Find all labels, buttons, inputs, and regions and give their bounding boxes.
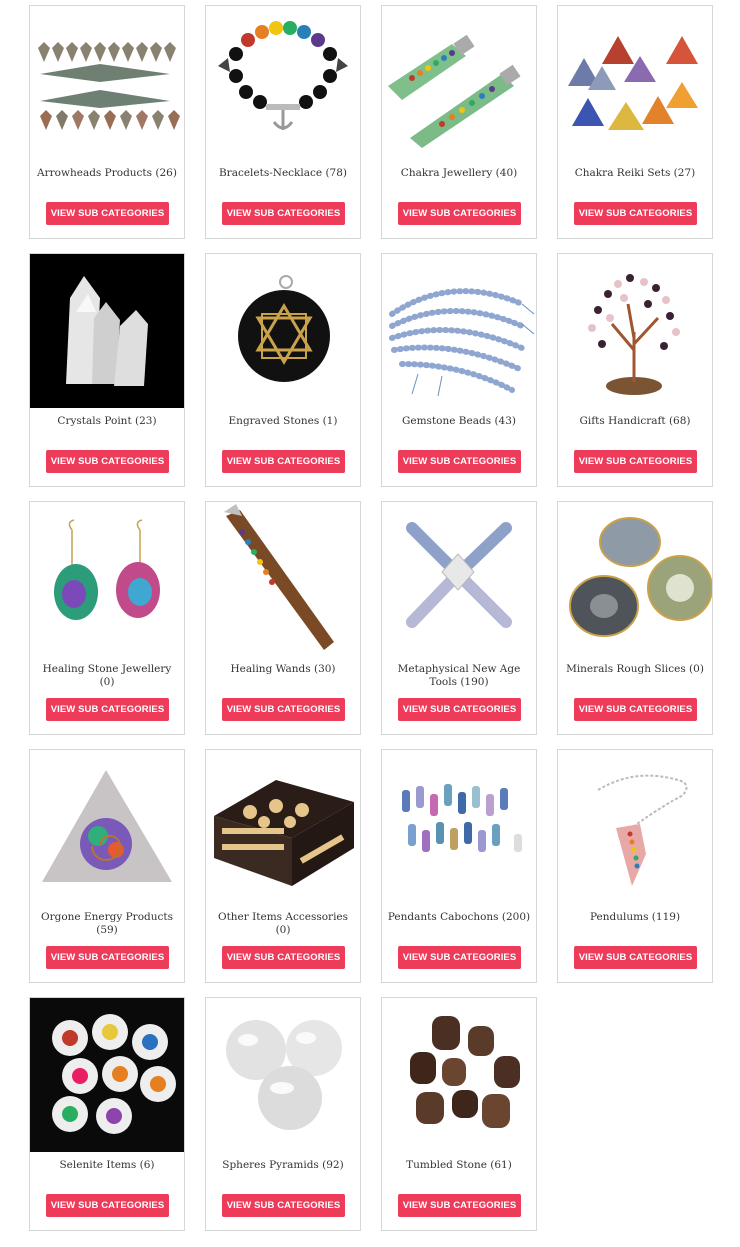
category-card[interactable]: Metaphysical New Age Tools (190) VIEW SU…	[381, 501, 537, 735]
category-card[interactable]: Chakra Jewellery (40) VIEW SUB CATEGORIE…	[381, 5, 537, 239]
category-card[interactable]: Gifts Handicraft (68) VIEW SUB CATEGORIE…	[557, 253, 713, 487]
view-sub-categories-button[interactable]: VIEW SUB CATEGORIES	[574, 450, 697, 473]
orgone-pyramid-image[interactable]	[30, 750, 184, 904]
engraved-pendant-image[interactable]	[206, 254, 360, 408]
category-title[interactable]: Gifts Handicraft (68)	[562, 415, 708, 428]
category-card[interactable]: Tumbled Stone (61) VIEW SUB CATEGORIES	[381, 997, 537, 1231]
spheres-image[interactable]	[206, 998, 360, 1152]
view-sub-categories-button[interactable]: VIEW SUB CATEGORIES	[398, 1194, 521, 1217]
view-sub-categories-button[interactable]: VIEW SUB CATEGORIES	[46, 698, 169, 721]
category-title[interactable]: Arrowheads Products (26)	[34, 167, 180, 180]
view-sub-categories-button[interactable]: VIEW SUB CATEGORIES	[222, 202, 345, 225]
category-card[interactable]: Other Items Accessories (0) VIEW SUB CAT…	[205, 749, 361, 983]
chakra-pendant-image[interactable]	[382, 6, 536, 160]
reiki-pyramids-image[interactable]	[558, 6, 712, 160]
category-title[interactable]: Selenite Items (6)	[34, 1159, 180, 1172]
category-title[interactable]: Bracelets-Necklace (78)	[210, 167, 356, 180]
selenite-plates-image[interactable]	[30, 998, 184, 1152]
category-card[interactable]: Crystals Point (23) VIEW SUB CATEGORIES	[29, 253, 185, 487]
pendulum-image[interactable]	[558, 750, 712, 904]
bracelet-image[interactable]	[206, 6, 360, 160]
category-title[interactable]: Healing Wands (30)	[210, 663, 356, 676]
crystal-points-image[interactable]	[30, 254, 184, 408]
category-card[interactable]: Spheres Pyramids (92) VIEW SUB CATEGORIE…	[205, 997, 361, 1231]
view-sub-categories-button[interactable]: VIEW SUB CATEGORIES	[574, 946, 697, 969]
category-title[interactable]: Minerals Rough Slices (0)	[562, 663, 708, 676]
category-card[interactable]: Selenite Items (6) VIEW SUB CATEGORIES	[29, 997, 185, 1231]
view-sub-categories-button[interactable]: VIEW SUB CATEGORIES	[222, 946, 345, 969]
tumbled-stones-image[interactable]	[382, 998, 536, 1152]
category-card[interactable]: Healing Stone Jewellery (0) VIEW SUB CAT…	[29, 501, 185, 735]
view-sub-categories-button[interactable]: VIEW SUB CATEGORIES	[398, 450, 521, 473]
agate-slices-image[interactable]	[558, 502, 712, 656]
category-card[interactable]: Chakra Reiki Sets (27) VIEW SUB CATEGORI…	[557, 5, 713, 239]
category-title[interactable]: Chakra Jewellery (40)	[386, 167, 532, 180]
category-card[interactable]: Healing Wands (30) VIEW SUB CATEGORIES	[205, 501, 361, 735]
view-sub-categories-button[interactable]: VIEW SUB CATEGORIES	[398, 202, 521, 225]
category-card[interactable]: Gemstone Beads (43) VIEW SUB CATEGORIES	[381, 253, 537, 487]
category-card[interactable]: Bracelets-Necklace (78) VIEW SUB CATEGOR…	[205, 5, 361, 239]
category-title[interactable]: Metaphysical New Age Tools (190)	[386, 663, 532, 689]
view-sub-categories-button[interactable]: VIEW SUB CATEGORIES	[222, 698, 345, 721]
category-title[interactable]: Tumbled Stone (61)	[386, 1159, 532, 1172]
category-card[interactable]: Minerals Rough Slices (0) VIEW SUB CATEG…	[557, 501, 713, 735]
category-title[interactable]: Pendulums (119)	[562, 911, 708, 924]
wooden-box-image[interactable]	[206, 750, 360, 904]
view-sub-categories-button[interactable]: VIEW SUB CATEGORIES	[222, 450, 345, 473]
arrowheads-image[interactable]	[30, 6, 184, 160]
category-card[interactable]: Pendulums (119) VIEW SUB CATEGORIES	[557, 749, 713, 983]
category-title[interactable]: Orgone Energy Products (59)	[34, 911, 180, 937]
view-sub-categories-button[interactable]: VIEW SUB CATEGORIES	[46, 202, 169, 225]
category-title[interactable]: Other Items Accessories (0)	[210, 911, 356, 937]
view-sub-categories-button[interactable]: VIEW SUB CATEGORIES	[222, 1194, 345, 1217]
category-title[interactable]: Crystals Point (23)	[34, 415, 180, 428]
view-sub-categories-button[interactable]: VIEW SUB CATEGORIES	[574, 202, 697, 225]
view-sub-categories-button[interactable]: VIEW SUB CATEGORIES	[46, 1194, 169, 1217]
healing-wand-image[interactable]	[206, 502, 360, 656]
category-title[interactable]: Engraved Stones (1)	[210, 415, 356, 428]
category-card[interactable]: Engraved Stones (1) VIEW SUB CATEGORIES	[205, 253, 361, 487]
view-sub-categories-button[interactable]: VIEW SUB CATEGORIES	[46, 946, 169, 969]
energy-tool-image[interactable]	[382, 502, 536, 656]
category-title[interactable]: Healing Stone Jewellery (0)	[34, 663, 180, 689]
view-sub-categories-button[interactable]: VIEW SUB CATEGORIES	[46, 450, 169, 473]
bead-strands-image[interactable]	[382, 254, 536, 408]
category-title[interactable]: Spheres Pyramids (92)	[210, 1159, 356, 1172]
category-card[interactable]: Orgone Energy Products (59) VIEW SUB CAT…	[29, 749, 185, 983]
category-title[interactable]: Chakra Reiki Sets (27)	[562, 167, 708, 180]
view-sub-categories-button[interactable]: VIEW SUB CATEGORIES	[574, 698, 697, 721]
view-sub-categories-button[interactable]: VIEW SUB CATEGORIES	[398, 698, 521, 721]
gem-tree-image[interactable]	[558, 254, 712, 408]
category-card[interactable]: Arrowheads Products (26) VIEW SUB CATEGO…	[29, 5, 185, 239]
pendants-image[interactable]	[382, 750, 536, 904]
druzy-earrings-image[interactable]	[30, 502, 184, 656]
category-card[interactable]: Pendants Cabochons (200) VIEW SUB CATEGO…	[381, 749, 537, 983]
category-title[interactable]: Gemstone Beads (43)	[386, 415, 532, 428]
view-sub-categories-button[interactable]: VIEW SUB CATEGORIES	[398, 946, 521, 969]
category-title[interactable]: Pendants Cabochons (200)	[386, 911, 532, 924]
